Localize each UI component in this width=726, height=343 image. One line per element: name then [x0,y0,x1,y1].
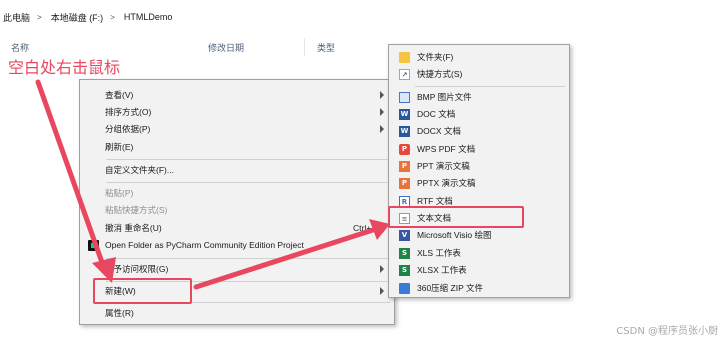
watermark: CSDN @程序员张小厨 [616,326,718,337]
arrow-to-text-document-line [193,226,379,290]
arrow-to-new-head [92,257,116,283]
arrow-to-new-line [35,79,107,271]
annotation-arrows [35,79,390,290]
